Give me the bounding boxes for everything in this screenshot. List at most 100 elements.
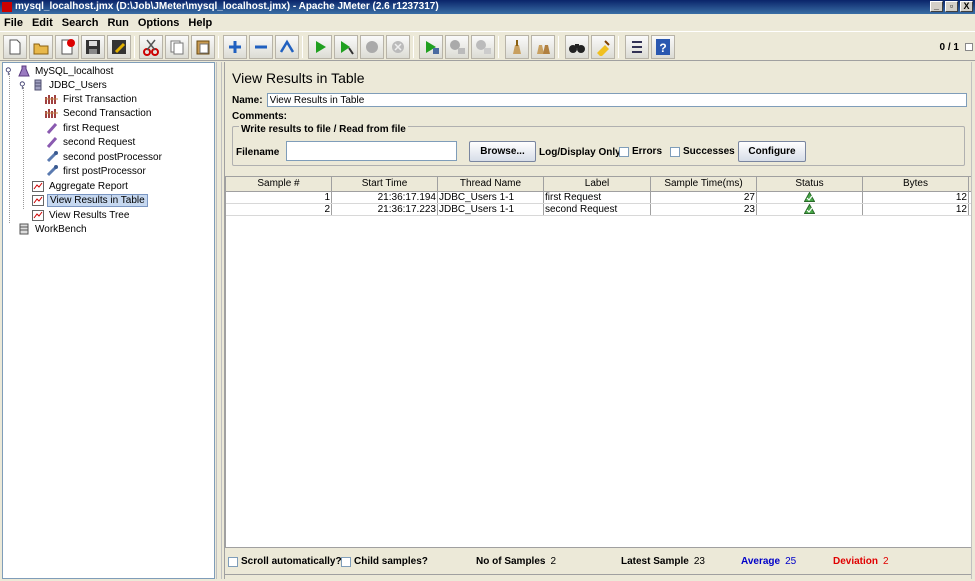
expand-toggle-icon[interactable]: ⚲ (5, 66, 12, 77)
tree-item-label: second Request (63, 136, 136, 148)
tree-item-sampler[interactable]: second Request (45, 135, 137, 149)
tree-item-test-plan[interactable]: MySQL_localhost (17, 64, 115, 78)
results-footer: Scroll automatically? Child samples? No … (225, 552, 972, 572)
cell-bytes: 12 (863, 204, 969, 215)
cell-sample-time: 27 (651, 192, 757, 203)
copy-icon[interactable] (165, 35, 189, 59)
new-icon[interactable] (3, 35, 27, 59)
configure-button[interactable]: Configure (738, 141, 806, 162)
tree-item-transaction[interactable]: First Transaction (45, 92, 139, 106)
search-icon[interactable] (565, 35, 589, 59)
help-icon[interactable]: ? (651, 35, 675, 59)
shutdown-icon[interactable] (386, 35, 410, 59)
child-samples-label: Child samples? (354, 556, 428, 567)
tree-item-transaction[interactable]: Second Transaction (45, 106, 153, 120)
toolbar-separator (302, 36, 303, 58)
column-header-label[interactable]: Label (544, 177, 651, 191)
deviation-label: Deviation (833, 556, 879, 567)
remote-stop-icon[interactable] (445, 35, 469, 59)
start-icon[interactable] (308, 35, 332, 59)
browse-button[interactable]: Browse... (469, 141, 536, 162)
listener-icon (31, 209, 44, 221)
split-pane-divider[interactable] (216, 62, 222, 579)
stop-icon[interactable] (360, 35, 384, 59)
file-section: Write results to file / Read from file F… (232, 124, 965, 166)
errors-checkbox[interactable]: Errors (619, 146, 662, 157)
menu-edit[interactable]: Edit (32, 17, 53, 29)
collapse-icon[interactable] (249, 35, 273, 59)
maximize-button[interactable]: ▫ (945, 1, 958, 12)
checkbox-box[interactable] (341, 556, 351, 567)
listener-icon (31, 194, 44, 206)
save-icon[interactable] (81, 35, 105, 59)
scroll-automatically-label: Scroll automatically? (241, 556, 342, 567)
log-display-label: Log/Display Only: (539, 147, 625, 158)
minimize-button[interactable]: _ (930, 1, 943, 12)
column-header-sample-time[interactable]: Sample Time(ms) (651, 177, 757, 191)
cell-sample-time: 23 (651, 204, 757, 215)
tree-item-label: View Results Tree (49, 209, 130, 221)
save-as-icon[interactable] (107, 35, 131, 59)
menu-run[interactable]: Run (107, 17, 128, 29)
horizontal-scrollbar[interactable] (225, 574, 972, 579)
tree-item-sampler[interactable]: first Request (45, 121, 121, 135)
tree-item-label: Second Transaction (63, 107, 152, 119)
remote-exit-icon[interactable] (471, 35, 495, 59)
tree-item-label: first Request (63, 122, 120, 134)
close-file-icon[interactable] (55, 35, 79, 59)
no-of-samples-value: 2 (550, 556, 557, 567)
column-header-sample[interactable]: Sample # (226, 177, 332, 191)
filename-field[interactable] (286, 141, 457, 161)
column-header-start-time[interactable]: Start Time (332, 177, 438, 191)
checkbox-box[interactable] (619, 146, 629, 157)
open-icon[interactable] (29, 35, 53, 59)
menu-options[interactable]: Options (138, 17, 180, 29)
expand-toggle-icon[interactable]: ⚲ (19, 80, 26, 91)
clear-all-icon[interactable] (531, 35, 555, 59)
start-no-pauses-icon[interactable] (334, 35, 358, 59)
clear-icon[interactable] (505, 35, 529, 59)
name-row: Name: (232, 92, 967, 108)
menu-file[interactable]: File (4, 17, 23, 29)
vertical-scrollbar[interactable] (971, 62, 975, 579)
paste-icon[interactable] (191, 35, 215, 59)
listener-icon (31, 180, 44, 192)
cell-status (757, 192, 863, 203)
remote-start-icon[interactable] (419, 35, 443, 59)
toolbar-separator (558, 36, 559, 58)
tree-item-listener-selected[interactable]: View Results in Table (31, 193, 148, 207)
successes-checkbox[interactable]: Successes (670, 146, 735, 157)
listener-panel: View Results in Table Name: Comments: Wr… (224, 62, 973, 579)
tree-item-thread-group[interactable]: JDBC_Users (31, 78, 109, 92)
tree-item-post-processor[interactable]: second postProcessor (45, 150, 164, 164)
close-button[interactable]: X (960, 1, 973, 12)
test-plan-tree[interactable]: ⚲ MySQL_localhost ⚲ JDBC_Users First Tra… (2, 62, 215, 579)
table-row[interactable]: 2 21:36:17.223 JDBC_Users 1-1 second Req… (226, 204, 971, 216)
checkbox-box[interactable] (670, 146, 680, 157)
svg-text:?: ? (659, 41, 666, 55)
column-header-thread-name[interactable]: Thread Name (438, 177, 544, 191)
cell-start-time: 21:36:17.223 (332, 204, 438, 215)
checkbox-box[interactable] (228, 556, 238, 567)
tree-item-label: First Transaction (63, 93, 137, 105)
column-header-bytes[interactable]: Bytes (863, 177, 969, 191)
toggle-icon[interactable] (275, 35, 299, 59)
scroll-automatically-checkbox[interactable]: Scroll automatically? (228, 556, 342, 567)
tree-item-listener[interactable]: View Results Tree (31, 208, 131, 222)
tree-item-listener[interactable]: Aggregate Report (31, 179, 130, 193)
child-samples-checkbox[interactable]: Child samples? (341, 556, 428, 567)
table-row[interactable]: 1 21:36:17.194 JDBC_Users 1-1 first Requ… (226, 192, 971, 204)
menu-search[interactable]: Search (62, 17, 99, 29)
average-label: Average (741, 556, 781, 567)
average: Average 25 (741, 556, 796, 567)
reset-search-icon[interactable] (591, 35, 615, 59)
column-header-status[interactable]: Status (757, 177, 863, 191)
cell-label: first Request (544, 192, 651, 203)
expand-icon[interactable] (223, 35, 247, 59)
cut-icon[interactable] (139, 35, 163, 59)
tree-item-post-processor[interactable]: first postProcessor (45, 164, 148, 178)
tree-item-workbench[interactable]: WorkBench (17, 222, 89, 236)
function-helper-icon[interactable] (625, 35, 649, 59)
name-field[interactable] (266, 93, 967, 107)
menu-help[interactable]: Help (188, 17, 212, 29)
